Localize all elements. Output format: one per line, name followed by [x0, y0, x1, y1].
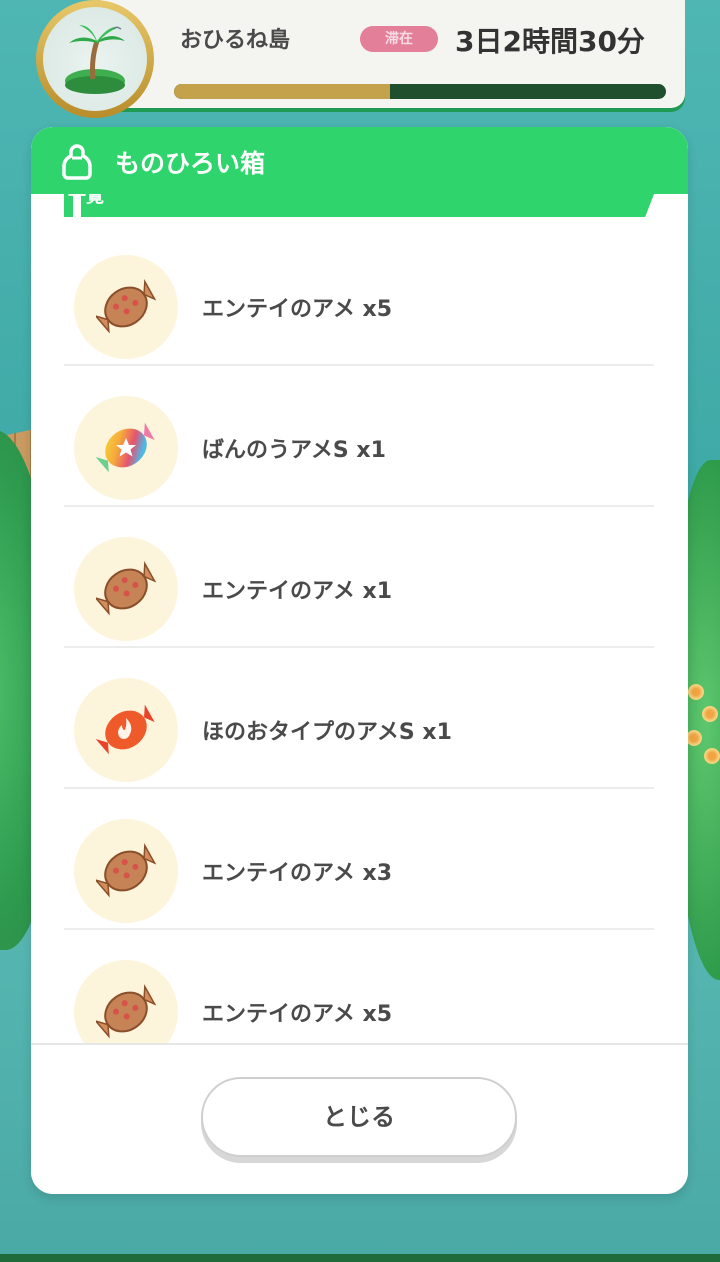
item-label: ばんのうアメS x1 — [202, 438, 386, 463]
sleep-progress-bar — [174, 84, 666, 99]
bag-icon — [62, 144, 92, 180]
entei-candy-icon — [96, 279, 156, 334]
versatile-candy-icon — [96, 422, 155, 473]
close-button[interactable]: とじる — [201, 1077, 517, 1157]
entei-candy-icon — [96, 843, 156, 898]
pickup-box-dialog: ものひろい箱 一覧 エンテイのアメ x5 ばんのうアメS x1 エンテイのアメ … — [31, 127, 688, 1194]
list-item: エンテイのアメ x1 — [64, 507, 654, 648]
list-item: ほのおタイプのアメS x1 — [64, 648, 654, 789]
item-list[interactable]: 一覧 エンテイのアメ x5 ばんのうアメS x1 エンテイのアメ x1 ほのおタ… — [31, 194, 688, 1043]
item-label: エンテイのアメ x1 — [202, 579, 393, 604]
stay-badge: 滞在 — [360, 26, 438, 52]
section-banner — [64, 194, 654, 217]
dialog-footer: とじる — [31, 1043, 688, 1194]
sleep-progress-fill — [174, 84, 391, 99]
list-item: ばんのうアメS x1 — [64, 366, 654, 507]
island-name: おひるね島 — [180, 28, 291, 53]
entei-candy-icon — [96, 561, 156, 616]
item-label: エンテイのアメ x3 — [202, 861, 393, 886]
item-label: エンテイのアメ x5 — [202, 297, 393, 322]
list-item: エンテイのアメ x3 — [64, 789, 654, 930]
section-label: 一覧 — [68, 194, 104, 207]
entei-candy-icon — [96, 984, 156, 1039]
item-label: ほのおタイプのアメS x1 — [202, 720, 452, 745]
dialog-title: ものひろい箱 — [115, 149, 266, 178]
item-label: エンテイのアメ x5 — [202, 1002, 393, 1027]
list-item: エンテイのアメ x5 — [64, 225, 654, 366]
bottom-edge — [0, 1254, 720, 1262]
dialog-header: ものひろい箱 — [31, 127, 688, 194]
palm-island-icon — [65, 25, 125, 94]
stay-time: 3日2時間30分 — [455, 25, 645, 58]
flowers-decoration — [684, 680, 720, 770]
list-item: エンテイのアメ x5 — [64, 930, 654, 1043]
island-header: おひるね島 滞在 3日2時間30分 — [0, 0, 720, 120]
fire-candy-icon — [96, 704, 155, 755]
island-badge[interactable] — [36, 0, 154, 118]
